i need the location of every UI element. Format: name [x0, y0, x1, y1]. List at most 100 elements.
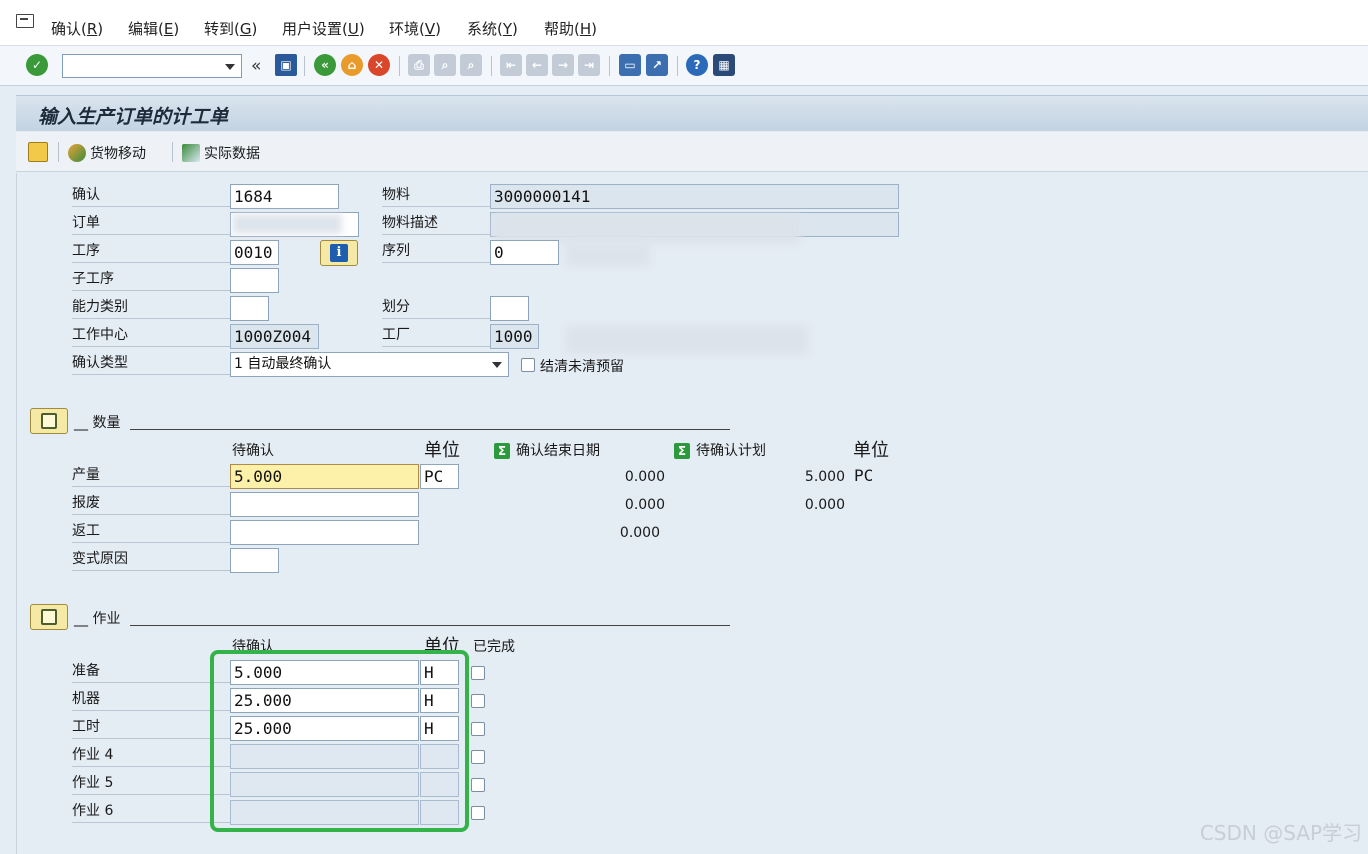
- command-field[interactable]: [62, 54, 242, 78]
- sum-icon[interactable]: Σ: [494, 443, 510, 459]
- label-material-desc: 物料描述: [382, 213, 490, 235]
- plant-field: 1000: [490, 324, 539, 349]
- label-activity-5: 作业 5: [72, 773, 230, 795]
- overview-icon[interactable]: [28, 142, 48, 162]
- yield-input[interactable]: 5.000: [230, 464, 419, 489]
- label-activity-6: 作业 6: [72, 801, 230, 823]
- label-order: 订单: [72, 213, 230, 235]
- toolbar-divider: [491, 56, 492, 76]
- activity-section-toggle[interactable]: [30, 604, 68, 630]
- print-icon: ⎙: [408, 54, 430, 76]
- label-plant: 工厂: [382, 325, 490, 347]
- menu-user-settings[interactable]: 用户设置(U): [282, 18, 365, 39]
- rework-confirmed-value: 0.000: [619, 525, 660, 541]
- variance-reason-input[interactable]: [230, 548, 279, 573]
- actual-data-icon: [182, 144, 200, 162]
- menu-goto[interactable]: 转到(G): [204, 18, 257, 39]
- menu-help[interactable]: 帮助(H): [544, 18, 597, 39]
- quantity-section-toggle[interactable]: [30, 408, 68, 434]
- toolbar-divider: [172, 142, 173, 162]
- system-menu-icon[interactable]: [16, 14, 34, 28]
- confirmation-field[interactable]: 1684: [230, 184, 339, 209]
- back-double-chevron-icon[interactable]: «: [251, 56, 261, 76]
- chevron-down-icon[interactable]: [225, 64, 235, 70]
- label-split: 划分: [382, 297, 490, 319]
- setup-done-checkbox[interactable]: [471, 666, 485, 680]
- redacted-order: [232, 214, 342, 234]
- watermark: CSDN @SAP学习: [1199, 821, 1362, 845]
- title-bar: 输入生产订单的计工单: [16, 95, 1368, 131]
- scrap-planned-value: 0.000: [804, 497, 845, 513]
- label-confirmation: 确认: [72, 185, 230, 207]
- application-toolbar: 货物移动 实际数据: [16, 132, 1368, 172]
- label-rework: 返工: [72, 521, 230, 543]
- qty-col-planned: Σ 待确认计划: [674, 440, 766, 460]
- sequence-field[interactable]: 0: [490, 240, 559, 265]
- menu-edit[interactable]: 编辑(E): [128, 18, 179, 39]
- back-icon[interactable]: «: [314, 54, 336, 76]
- menu-environment[interactable]: 环境(V): [389, 18, 441, 39]
- toolbar-divider: [399, 56, 400, 76]
- cancel-icon[interactable]: ✕: [368, 54, 390, 76]
- shortcut-icon[interactable]: ↗: [646, 54, 668, 76]
- menu-bar: 确认(R) 编辑(E) 转到(G) 用户设置(U) 环境(V) 系统(Y) 帮助…: [0, 0, 1368, 46]
- capacity-category-field[interactable]: [230, 296, 269, 321]
- confirmation-type-select[interactable]: 1 自动最终确认: [230, 352, 509, 377]
- goods-movement-icon: [68, 144, 86, 162]
- menu-confirm[interactable]: 确认(R): [51, 18, 103, 39]
- machine-done-checkbox[interactable]: [471, 694, 485, 708]
- section-toggle-icon: [41, 609, 57, 625]
- help-icon[interactable]: ?: [686, 54, 708, 76]
- work-center-field: 1000Z004: [230, 324, 319, 349]
- yield-unit-field[interactable]: PC: [420, 464, 459, 489]
- split-field[interactable]: [490, 296, 529, 321]
- label-machine: 机器: [72, 689, 230, 711]
- labor-done-checkbox[interactable]: [471, 722, 485, 736]
- standard-toolbar: ✓ « ▣ « ⌂ ✕ ⎙ ⌕ ⌕ ⇤ ← → ⇥ ▭ ↗ ? ▦: [0, 46, 1368, 86]
- actual-data-button[interactable]: 实际数据: [182, 143, 260, 163]
- highlight-annotation-box: [210, 650, 469, 832]
- label-confirmation-type: 确认类型: [72, 353, 230, 375]
- find-icon: ⌕: [434, 54, 456, 76]
- activity-5-done-checkbox[interactable]: [471, 778, 485, 792]
- enter-check-icon[interactable]: ✓: [26, 54, 48, 76]
- next-page-icon: →: [552, 54, 574, 76]
- quantity-section-title: __ 数量: [74, 415, 121, 431]
- page-title: 输入生产订单的计工单: [38, 106, 229, 128]
- first-page-icon: ⇤: [500, 54, 522, 76]
- save-icon[interactable]: ▣: [275, 54, 297, 76]
- qty-col-confirmed-end-label: 确认结束日期: [516, 443, 600, 459]
- menu-system[interactable]: 系统(Y): [467, 18, 518, 39]
- activity-6-done-checkbox[interactable]: [471, 806, 485, 820]
- toolbar-divider: [609, 56, 610, 76]
- find-next-icon: ⌕: [460, 54, 482, 76]
- label-work-center: 工作中心: [72, 325, 230, 347]
- act-col-done: 已完成: [473, 639, 515, 655]
- activity-section-divider: [130, 625, 730, 626]
- scrap-input[interactable]: [230, 492, 419, 517]
- operation-field[interactable]: 0010: [230, 240, 279, 265]
- label-scrap: 报废: [72, 493, 230, 515]
- qty-col-unit2: 单位: [853, 440, 889, 461]
- label-activity-4: 作业 4: [72, 745, 230, 767]
- label-operation: 工序: [72, 241, 230, 263]
- qty-col-planned-label: 待确认计划: [696, 443, 766, 459]
- label-labor: 工时: [72, 717, 230, 739]
- operation-info-button[interactable]: i: [320, 240, 358, 266]
- new-session-icon[interactable]: ▭: [619, 54, 641, 76]
- sub-operation-field[interactable]: [230, 268, 279, 293]
- layout-menu-icon[interactable]: ▦: [713, 54, 735, 76]
- sum-icon[interactable]: Σ: [674, 443, 690, 459]
- chevron-down-icon[interactable]: [492, 362, 502, 368]
- label-capacity-category: 能力类别: [72, 297, 230, 319]
- activity-4-done-checkbox[interactable]: [471, 750, 485, 764]
- clear-reservations-checkbox[interactable]: [521, 358, 535, 372]
- label-material: 物料: [382, 185, 490, 207]
- goods-movement-button[interactable]: 货物移动: [68, 143, 146, 163]
- previous-page-icon: ←: [526, 54, 548, 76]
- exit-icon[interactable]: ⌂: [341, 54, 363, 76]
- qty-col-confirmed-end: Σ 确认结束日期: [494, 440, 600, 460]
- qty-col-to-confirm: 待确认: [232, 443, 274, 459]
- label-variance-reason: 变式原因: [72, 549, 230, 571]
- rework-input[interactable]: [230, 520, 419, 545]
